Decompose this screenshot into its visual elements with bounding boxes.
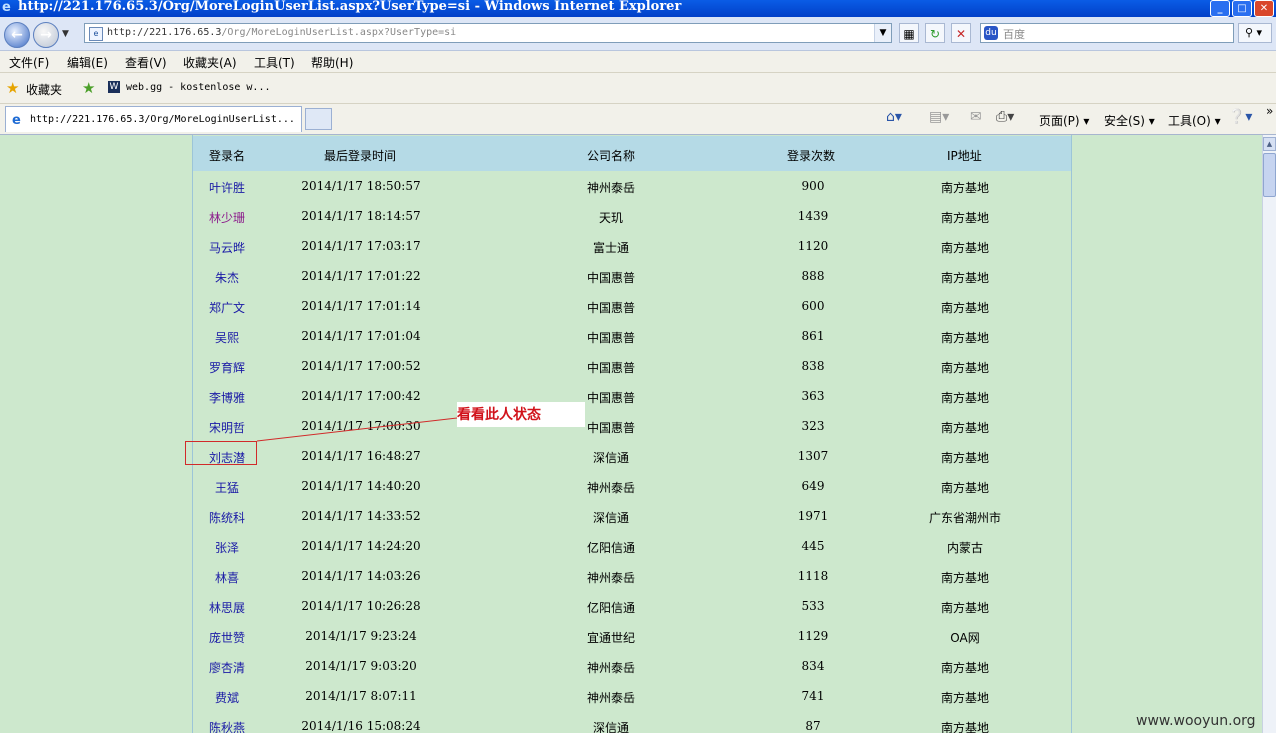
menu-tools[interactable]: 工具(T) <box>254 54 295 71</box>
search-placeholder: 百度 <box>1003 28 1025 41</box>
tools-menu-button[interactable]: 工具(O) ▾ <box>1168 112 1221 129</box>
address-url[interactable]: http://221.176.65.3/Org/MoreLoginUserLis… <box>107 27 456 38</box>
ie-logo-icon: e <box>2 0 11 15</box>
menu-bar: 文件(F) 编辑(E) 查看(V) 收藏夹(A) 工具(T) 帮助(H) <box>0 51 1276 73</box>
new-tab-button[interactable] <box>305 108 332 130</box>
menu-edit[interactable]: 编辑(E) <box>67 54 108 71</box>
tab-title: http://221.176.65.3/Org/MoreLoginUserLis… <box>30 114 295 125</box>
window-title: http://221.176.65.3/Org/MoreLoginUserLis… <box>18 0 682 14</box>
watermark: www.wooyun.org <box>1136 713 1256 729</box>
menu-help[interactable]: 帮助(H) <box>311 54 353 71</box>
compat-view-button[interactable]: ▦ <box>899 23 919 43</box>
page-content: 登录名 最后登录时间 公司名称 登录次数 IP地址 叶许胜 2014/1/17 1… <box>0 135 1262 733</box>
menu-view[interactable]: 查看(V) <box>125 54 167 71</box>
scroll-up-icon[interactable]: ▲ <box>1263 137 1276 151</box>
maximize-button[interactable]: □ <box>1232 0 1252 17</box>
close-button[interactable]: ✕ <box>1254 0 1274 17</box>
history-dropdown-icon[interactable]: ▼ <box>62 29 69 39</box>
baidu-icon: du <box>984 26 998 40</box>
home-icon[interactable]: ⌂▾ <box>886 109 902 125</box>
menu-file[interactable]: 文件(F) <box>9 54 49 71</box>
address-dropdown-icon[interactable]: ▼ <box>874 24 891 42</box>
mail-icon[interactable]: ✉ <box>970 109 982 125</box>
address-toolbar: ← → ▼ e http://221.176.65.3/Org/MoreLogi… <box>0 17 1276 51</box>
minimize-button[interactable]: _ <box>1210 0 1230 17</box>
tab-current[interactable]: e http://221.176.65.3/Org/MoreLoginUserL… <box>5 106 302 132</box>
favorites-button[interactable]: 收藏夹 <box>26 81 62 98</box>
title-bar: e http://221.176.65.3/Org/MoreLoginUserL… <box>0 0 1276 17</box>
page-icon: e <box>89 27 103 41</box>
favorite-link[interactable]: web.gg - kostenlose w... <box>126 82 271 93</box>
favorites-bar: ★ 收藏夹 ★ W web.gg - kostenlose w... <box>0 73 1276 104</box>
annotation-line <box>256 417 458 442</box>
forward-button[interactable]: → <box>33 22 59 48</box>
tab-ie-icon: e <box>12 113 21 128</box>
vertical-scrollbar[interactable]: ▲ <box>1262 135 1276 733</box>
page-menu-button[interactable]: 页面(P) ▾ <box>1039 112 1089 129</box>
address-bar[interactable]: e http://221.176.65.3/Org/MoreLoginUserL… <box>84 23 892 43</box>
tab-bar: e http://221.176.65.3/Org/MoreLoginUserL… <box>0 104 1276 135</box>
search-box[interactable]: du 百度 <box>980 23 1234 43</box>
help-icon[interactable]: ❔▾ <box>1228 109 1252 125</box>
menu-favorites[interactable]: 收藏夹(A) <box>183 54 237 71</box>
stop-button[interactable]: ✕ <box>951 23 971 43</box>
more-chevron-icon[interactable]: » <box>1266 104 1273 118</box>
print-icon[interactable]: ⎙▾ <box>996 109 1014 125</box>
scroll-thumb[interactable] <box>1263 153 1276 197</box>
search-button[interactable]: ⚲ ▾ <box>1238 23 1272 43</box>
feeds-icon[interactable]: ▤▾ <box>929 109 949 125</box>
add-favorite-icon[interactable]: ★ <box>82 79 95 97</box>
back-button[interactable]: ← <box>4 22 30 48</box>
safety-menu-button[interactable]: 安全(S) ▾ <box>1104 112 1155 129</box>
favorite-site-icon: W <box>108 81 120 93</box>
refresh-button[interactable]: ↻ <box>925 23 945 43</box>
favorites-star-icon[interactable]: ★ <box>6 79 19 97</box>
